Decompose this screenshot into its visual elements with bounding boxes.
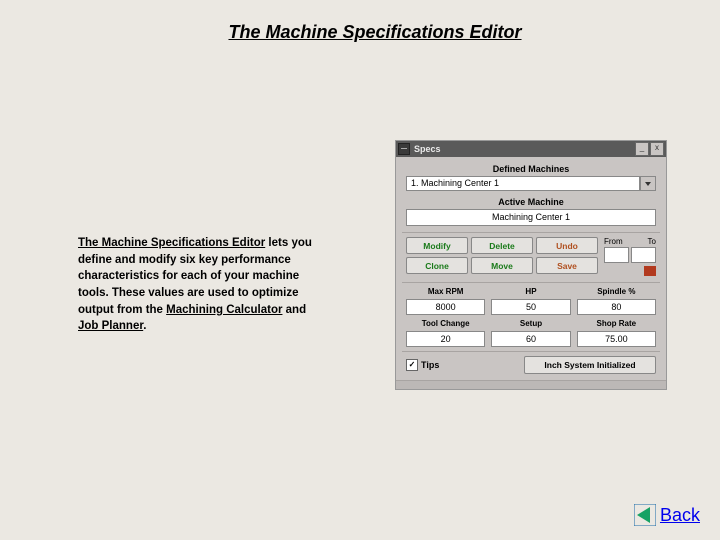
max-rpm-field[interactable]: 8000 (406, 299, 485, 315)
active-machine-field[interactable]: Machining Center 1 (406, 209, 656, 226)
modify-button[interactable]: Modify (406, 237, 468, 254)
clone-button[interactable]: Clone (406, 257, 468, 274)
hp-label: HP (491, 287, 570, 296)
defined-machines-label: Defined Machines (402, 164, 660, 174)
delete-button[interactable]: Delete (471, 237, 533, 254)
move-button[interactable]: Move (471, 257, 533, 274)
tips-checkbox[interactable]: ✓ (406, 359, 418, 371)
to-label: To (648, 237, 656, 246)
specs-dialog: Specs _ x Defined Machines 1. Machining … (395, 140, 667, 390)
defined-machines-value: 1. Machining Center 1 (406, 176, 640, 191)
shop-rate-label: Shop Rate (577, 319, 656, 328)
save-button[interactable]: Save (536, 257, 598, 274)
back-label: Back (660, 505, 700, 526)
tool-change-field[interactable]: 20 (406, 331, 485, 347)
hp-field[interactable]: 50 (491, 299, 570, 315)
back-link[interactable]: Back (634, 504, 700, 526)
from-field[interactable] (604, 247, 629, 263)
undo-button[interactable]: Undo (536, 237, 598, 254)
status-button[interactable]: Inch System Initialized (524, 356, 656, 374)
dialog-titlebar: Specs _ x (396, 141, 666, 157)
close-button[interactable]: x (650, 142, 664, 156)
system-menu-icon[interactable] (398, 143, 410, 155)
setup-label: Setup (491, 319, 570, 328)
dialog-statusbar (396, 380, 666, 389)
shop-rate-field[interactable]: 75.00 (577, 331, 656, 347)
tips-label: Tips (421, 360, 439, 370)
max-rpm-label: Max RPM (406, 287, 485, 296)
tool-change-label: Tool Change (406, 319, 485, 328)
divider (402, 282, 660, 283)
minimize-button[interactable]: _ (635, 142, 649, 156)
to-field[interactable] (631, 247, 656, 263)
desc-job-planner: Job Planner (78, 320, 143, 332)
description-text: The Machine Specifications Editor lets y… (78, 235, 328, 335)
spindle-label: Spindle % (577, 287, 656, 296)
dialog-title: Specs (414, 144, 634, 154)
from-label: From (604, 237, 623, 246)
setup-field[interactable]: 60 (491, 331, 570, 347)
desc-machining-calculator: Machining Calculator (166, 304, 282, 316)
chevron-down-icon[interactable] (640, 176, 656, 191)
defined-machines-dropdown[interactable]: 1. Machining Center 1 (406, 176, 656, 191)
page-title: The Machine Specifications Editor (0, 0, 720, 43)
active-machine-label: Active Machine (402, 197, 660, 207)
spindle-field[interactable]: 80 (577, 299, 656, 315)
desc-lead: The Machine Specifications Editor (78, 237, 265, 249)
divider (402, 232, 660, 233)
progress-swatch-icon (644, 266, 656, 276)
divider (402, 351, 660, 352)
back-arrow-icon (634, 504, 656, 526)
tips-checkbox-group[interactable]: ✓ Tips (406, 359, 439, 371)
